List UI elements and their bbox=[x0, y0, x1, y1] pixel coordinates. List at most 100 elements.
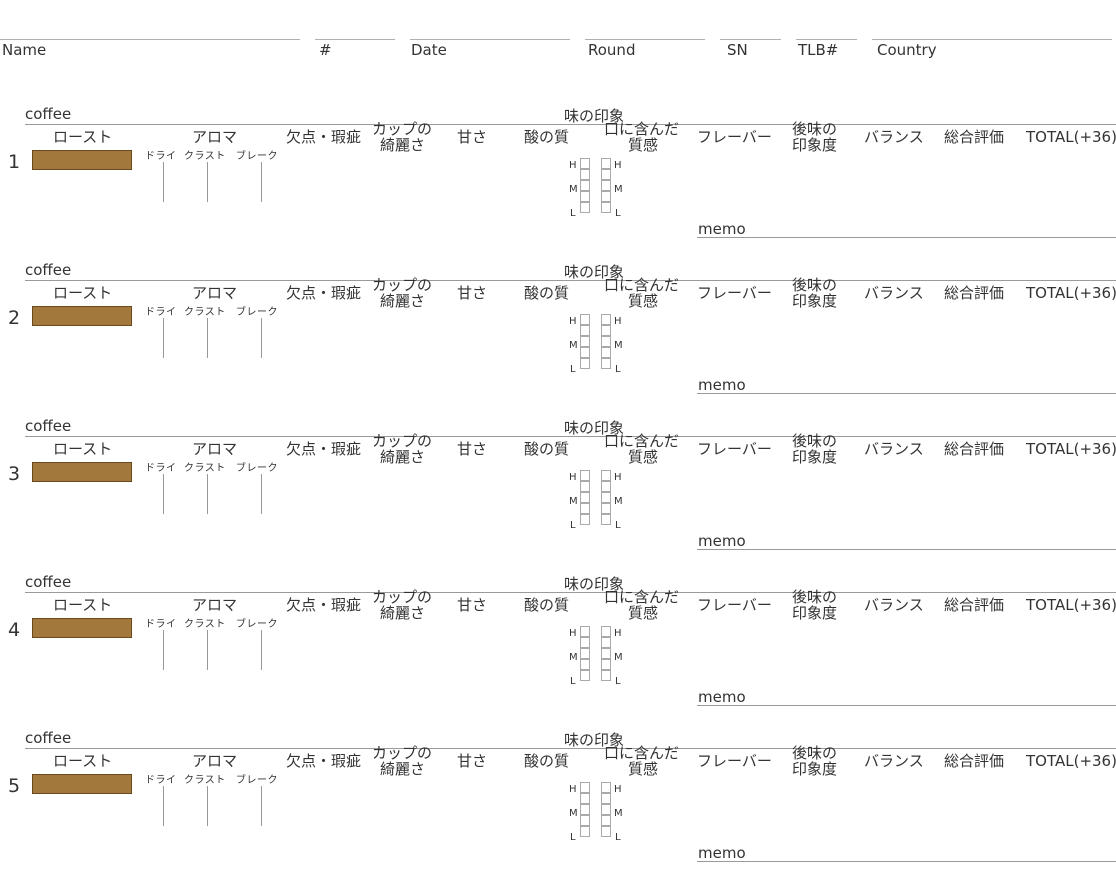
mouthfeel-scale-box[interactable] bbox=[601, 180, 611, 191]
coffee-name-line[interactable] bbox=[25, 748, 1116, 749]
coffee-name-line[interactable] bbox=[25, 436, 1116, 437]
aroma-dry-scale[interactable] bbox=[163, 162, 164, 202]
acidity-scale-m: M bbox=[569, 808, 578, 819]
mouthfeel-scale-box[interactable] bbox=[601, 191, 611, 202]
aroma-dry-scale[interactable] bbox=[163, 630, 164, 670]
aroma-dry-scale[interactable] bbox=[163, 786, 164, 826]
mouthfeel-scale-box[interactable] bbox=[601, 659, 611, 670]
mouthfeel-scale-box[interactable] bbox=[601, 202, 611, 213]
acidity-scale-box[interactable] bbox=[580, 626, 590, 637]
mouthfeel-label-line2: 質感 bbox=[628, 136, 659, 154]
mouthfeel-scale-box[interactable] bbox=[601, 169, 611, 180]
round-field-line[interactable] bbox=[585, 39, 705, 40]
mouthfeel-scale-l: L bbox=[615, 832, 621, 843]
aftertaste-label-line1: 後味の bbox=[792, 432, 838, 450]
aroma-crust-scale[interactable] bbox=[207, 786, 208, 826]
mouthfeel-scale-box[interactable] bbox=[601, 782, 611, 793]
mouthfeel-scale-box[interactable] bbox=[601, 514, 611, 525]
coffee-name-line[interactable] bbox=[25, 592, 1116, 593]
overall-label: 総合評価 bbox=[944, 440, 1005, 458]
mouthfeel-scale-box[interactable] bbox=[601, 804, 611, 815]
clean-cup-label-line2: 綺麗さ bbox=[380, 604, 426, 622]
aroma-dry-scale[interactable] bbox=[163, 318, 164, 358]
mouthfeel-label-line1: 口に含んだ bbox=[604, 276, 680, 294]
acidity-scale-box[interactable] bbox=[580, 169, 590, 180]
acidity-scale-box[interactable] bbox=[580, 637, 590, 648]
memo-line[interactable] bbox=[697, 705, 1116, 706]
acidity-scale-box[interactable] bbox=[580, 470, 590, 481]
acidity-scale-box[interactable] bbox=[580, 180, 590, 191]
mouthfeel-scale-box[interactable] bbox=[601, 637, 611, 648]
acidity-scale-box[interactable] bbox=[580, 336, 590, 347]
mouthfeel-scale-box[interactable] bbox=[601, 793, 611, 804]
acidity-scale-box[interactable] bbox=[580, 158, 590, 169]
memo-line[interactable] bbox=[697, 861, 1116, 862]
name-field-line[interactable] bbox=[0, 39, 300, 40]
acidity-scale-box[interactable] bbox=[580, 503, 590, 514]
memo-line[interactable] bbox=[697, 549, 1116, 550]
acidity-scale-box[interactable] bbox=[580, 314, 590, 325]
acidity-scale-box[interactable] bbox=[580, 659, 590, 670]
mouthfeel-scale-box[interactable] bbox=[601, 626, 611, 637]
acidity-scale-box[interactable] bbox=[580, 648, 590, 659]
mouthfeel-scale-box[interactable] bbox=[601, 826, 611, 837]
acidity-scale-box[interactable] bbox=[580, 202, 590, 213]
acidity-scale-box[interactable] bbox=[580, 670, 590, 681]
mouthfeel-scale-box[interactable] bbox=[601, 347, 611, 358]
mouthfeel-scale-box[interactable] bbox=[601, 815, 611, 826]
aroma-dry-label: ドライ bbox=[145, 307, 177, 318]
aroma-crust-scale[interactable] bbox=[207, 318, 208, 358]
total-label: TOTAL(+36) bbox=[1026, 128, 1116, 146]
sweetness-label: 甘さ bbox=[457, 284, 488, 302]
acidity-scale-l: L bbox=[570, 208, 576, 219]
aroma-break-scale[interactable] bbox=[261, 474, 262, 514]
aroma-break-scale[interactable] bbox=[261, 786, 262, 826]
coffee-name-line[interactable] bbox=[25, 280, 1116, 281]
mouthfeel-scale-box[interactable] bbox=[601, 670, 611, 681]
mouthfeel-scale-box[interactable] bbox=[601, 492, 611, 503]
aroma-crust-scale[interactable] bbox=[207, 474, 208, 514]
acidity-scale-box[interactable] bbox=[580, 793, 590, 804]
mouthfeel-scale-box[interactable] bbox=[601, 648, 611, 659]
acidity-scale-h: H bbox=[569, 472, 577, 483]
aroma-break-scale[interactable] bbox=[261, 630, 262, 670]
acidity-scale-box[interactable] bbox=[580, 804, 590, 815]
acidity-scale-box[interactable] bbox=[580, 481, 590, 492]
acidity-scale-box[interactable] bbox=[580, 347, 590, 358]
mouthfeel-scale-box[interactable] bbox=[601, 325, 611, 336]
acidity-scale-box[interactable] bbox=[580, 492, 590, 503]
tlb-field-line[interactable] bbox=[796, 39, 857, 40]
acidity-label: 酸の質 bbox=[524, 128, 570, 146]
coffee-name-line[interactable] bbox=[25, 124, 1116, 125]
aroma-dry-scale[interactable] bbox=[163, 474, 164, 514]
mouthfeel-scale-box[interactable] bbox=[601, 481, 611, 492]
date-field-line[interactable] bbox=[410, 39, 570, 40]
acidity-scale-box[interactable] bbox=[580, 325, 590, 336]
mouthfeel-scale-box[interactable] bbox=[601, 503, 611, 514]
acidity-scale-box[interactable] bbox=[580, 782, 590, 793]
memo-line[interactable] bbox=[697, 393, 1116, 394]
mouthfeel-scale-box[interactable] bbox=[601, 336, 611, 347]
number-field-line[interactable] bbox=[315, 39, 395, 40]
country-field-line[interactable] bbox=[872, 39, 1112, 40]
aroma-crust-scale[interactable] bbox=[207, 162, 208, 202]
sn-field-line[interactable] bbox=[720, 39, 781, 40]
aroma-break-scale[interactable] bbox=[261, 162, 262, 202]
mouthfeel-scale-box[interactable] bbox=[601, 470, 611, 481]
acidity-scale-box[interactable] bbox=[580, 815, 590, 826]
acidity-scale-box[interactable] bbox=[580, 358, 590, 369]
coffee-label: coffee bbox=[25, 261, 72, 279]
aroma-break-scale[interactable] bbox=[261, 318, 262, 358]
mouthfeel-scale-box[interactable] bbox=[601, 158, 611, 169]
mouthfeel-scale-h: H bbox=[614, 316, 622, 327]
mouthfeel-scale-box[interactable] bbox=[601, 314, 611, 325]
mouthfeel-scale-h: H bbox=[614, 628, 622, 639]
acidity-scale-box[interactable] bbox=[580, 514, 590, 525]
memo-line[interactable] bbox=[697, 237, 1116, 238]
total-label: TOTAL(+36) bbox=[1026, 596, 1116, 614]
acidity-scale-box[interactable] bbox=[580, 191, 590, 202]
mouthfeel-scale-box[interactable] bbox=[601, 358, 611, 369]
aroma-crust-scale[interactable] bbox=[207, 630, 208, 670]
name-label: Name bbox=[2, 41, 47, 59]
acidity-scale-box[interactable] bbox=[580, 826, 590, 837]
